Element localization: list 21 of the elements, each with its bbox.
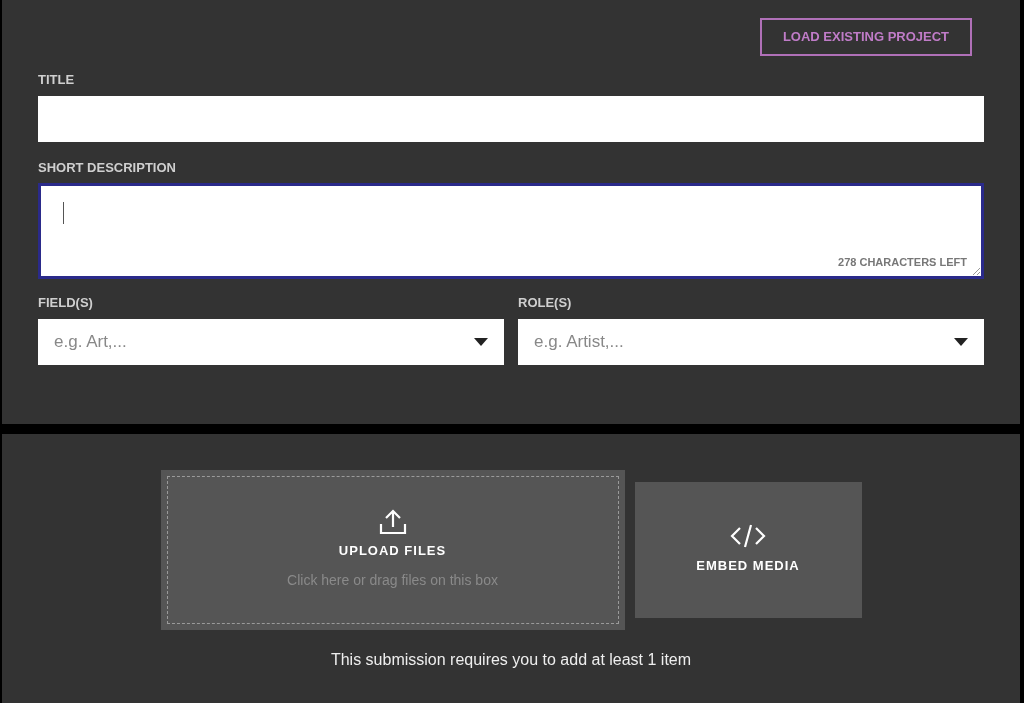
dropdown-select[interactable]: e.g. Artist,... <box>518 318 984 365</box>
characters-left-counter: 278 CHARACTERS LEFT <box>838 254 967 270</box>
field-label: SHORT DESCRIPTION <box>38 158 176 177</box>
resize-handle-icon <box>971 266 981 276</box>
description-textarea[interactable]: 278 CHARACTERS LEFT <box>38 183 984 279</box>
upload-title: UPLOAD FILES <box>338 541 447 560</box>
title-input[interactable] <box>38 95 984 142</box>
embed-media-button[interactable]: EMBED MEDIA <box>634 482 862 618</box>
upload-icon <box>378 508 407 535</box>
load-project-button[interactable]: LOAD EXISTING PROJECT <box>760 18 972 56</box>
requirement-note: This submission requires you to add at least 1 item <box>330 650 692 670</box>
field-label: TITLE <box>38 71 75 89</box>
field-label: ROLE(S) <box>518 294 572 312</box>
field-label: FIELD(S) <box>38 294 93 312</box>
caret-icon <box>474 337 488 346</box>
dropdown-placeholder: e.g. Artist,... <box>534 330 624 353</box>
text-cursor <box>63 202 64 224</box>
dropdown-select[interactable]: e.g. Art,... <box>38 318 504 365</box>
dropdown-placeholder: e.g. Art,... <box>54 330 127 353</box>
code-icon <box>730 524 766 549</box>
caret-icon <box>954 337 968 346</box>
